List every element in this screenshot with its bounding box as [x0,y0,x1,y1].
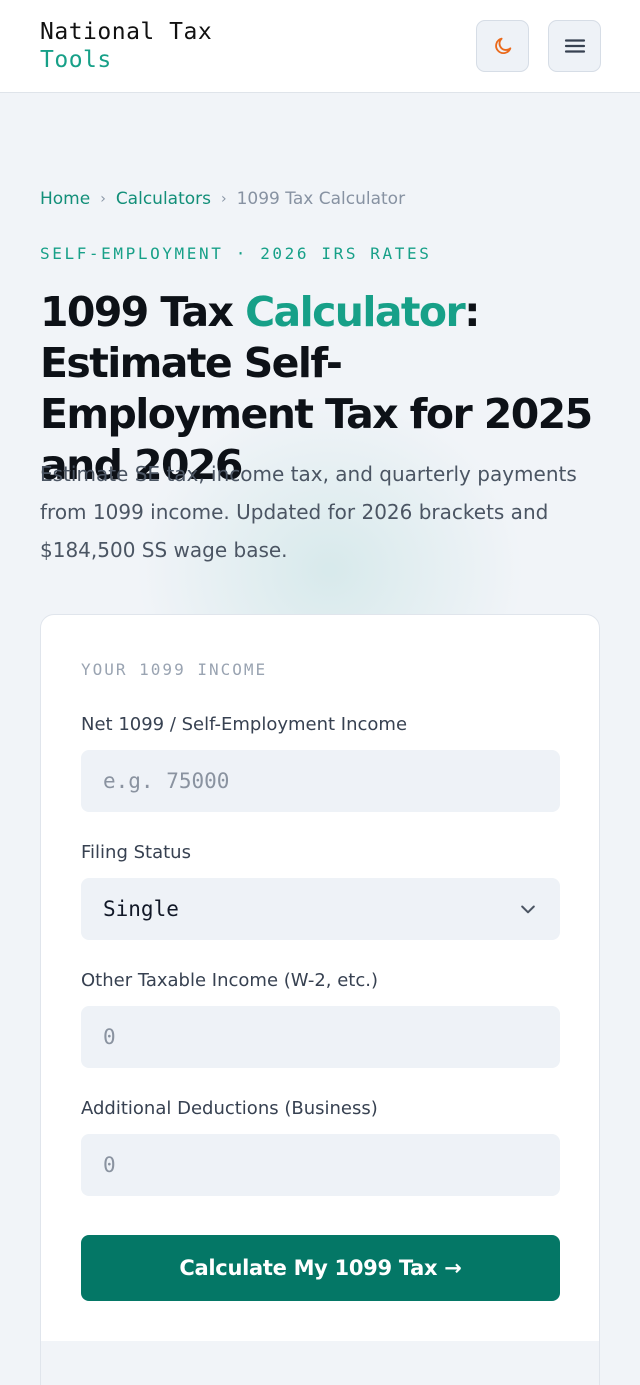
deductions-label: Additional Deductions (Business) [81,1098,378,1119]
menu-button[interactable] [548,20,601,72]
filing-status-select[interactable]: Single [81,878,560,940]
results-panel [41,1341,599,1385]
calculate-button[interactable]: Calculate My 1099 Tax → [81,1235,560,1301]
calculator-card: YOUR 1099 INCOME Net 1099 / Self-Employm… [40,614,600,1385]
site-header: National Tax Tools [0,0,640,93]
breadcrumb-home-link[interactable]: Home [40,187,90,211]
net-income-input[interactable] [81,750,560,812]
logo-line-1: National Tax [40,19,213,45]
breadcrumb-calculators-link[interactable]: Calculators [116,187,211,211]
breadcrumb-current: 1099 Tax Calculator [236,189,406,209]
page-title-accent: Calculator [245,288,466,336]
breadcrumb: Home › Calculators › 1099 Tax Calculator [40,187,405,211]
breadcrumb-separator: › [221,191,227,207]
form-section-label: YOUR 1099 INCOME [81,660,268,679]
hero-eyebrow: SELF-EMPLOYMENT · 2026 IRS RATES [40,244,432,263]
deductions-input[interactable] [81,1134,560,1196]
net-income-label: Net 1099 / Self-Employment Income [81,714,408,735]
filing-status-select-wrapper: Single [81,878,560,940]
theme-toggle-button[interactable] [476,20,529,72]
other-income-input[interactable] [81,1006,560,1068]
page-subtitle: Estimate SE tax, income tax, and quarter… [40,462,577,562]
filing-status-label: Filing Status [81,842,191,863]
breadcrumb-separator: › [100,191,106,207]
moon-icon [494,37,511,55]
page-title-part-1: 1099 Tax [40,288,246,336]
logo-line-2: Tools [40,47,112,73]
site-logo[interactable]: National Tax Tools [40,18,212,74]
hamburger-menu-icon [564,39,585,53]
other-income-label: Other Taxable Income (W-2, etc.) [81,970,378,991]
